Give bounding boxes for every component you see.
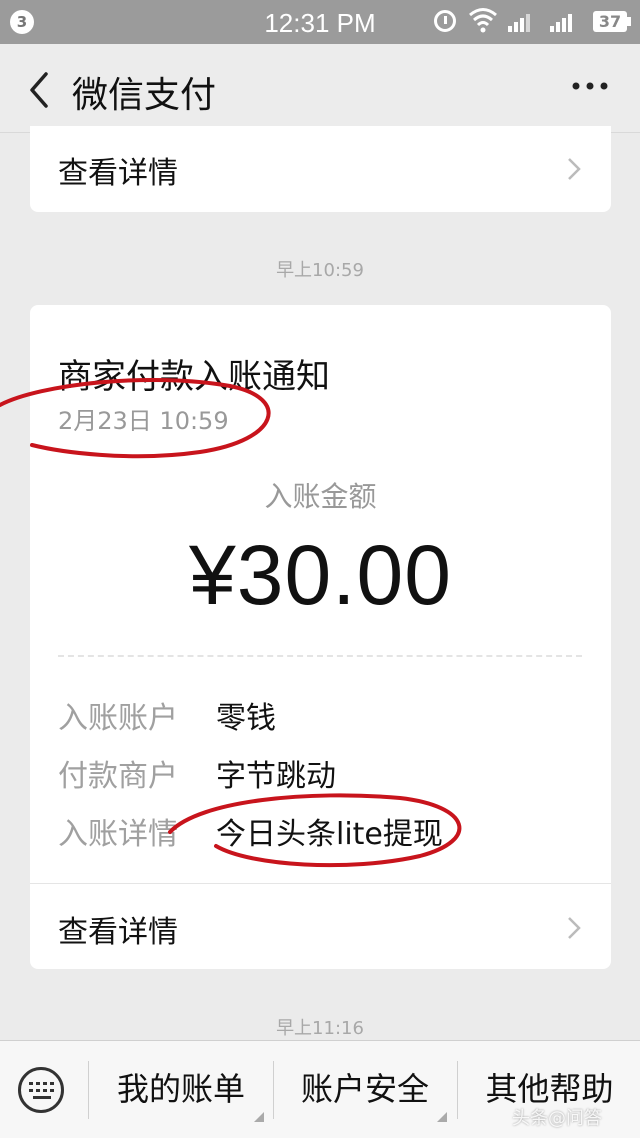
watermark: 头条@问答 [512,1108,602,1129]
details-value: 今日头条lite提现 [216,817,443,852]
more-dots-icon[interactable] [570,66,610,106]
menu-separator [88,1061,89,1119]
nav-bar: 微信支付 [0,44,640,133]
view-details-row[interactable]: 查看详情 [30,889,611,967]
status-bar: 3 12:31 PM 37 [0,0,640,44]
signal-icon [550,12,572,32]
account-key: 入账账户 [58,701,178,736]
wifi-icon [469,8,497,33]
view-details-row[interactable]: 查看详情 [30,130,611,208]
menu-label: 我的账单 [116,1070,245,1108]
account-value: 零钱 [216,701,276,736]
signal-icon [508,12,530,32]
view-details-label: 查看详情 [58,915,178,950]
amount-value: ¥30.00 [189,528,452,622]
payment-notification-card: 商家付款入账通知 2月23日 10:59 入账金额 ¥30.00 入账账户 零钱… [30,305,611,969]
merchant-value: 字节跳动 [216,759,336,794]
details-key: 入账详情 [58,817,178,852]
menu-label: 账户安全 [300,1070,429,1108]
previous-message-card: 查看详情 [30,126,611,212]
message-timestamp: 早上11:16 [276,1018,364,1039]
menu-separator [457,1061,458,1119]
divider [58,655,582,657]
amount-label: 入账金额 [264,480,377,513]
merchant-key: 付款商户 [58,759,178,794]
chevron-left-icon[interactable] [24,70,58,110]
notification-title: 商家付款入账通知 [58,357,330,397]
menu-separator [273,1061,274,1119]
status-time: 12:31 PM [264,8,376,38]
keyboard-icon[interactable] [18,1067,64,1113]
menu-label: 其他帮助 [485,1070,614,1108]
page-title: 微信支付 [72,75,217,116]
menu-account-security[interactable]: 账户安全 [275,1041,455,1138]
alarm-icon [434,10,456,32]
submenu-indicator-icon [254,1112,264,1122]
chevron-right-icon [568,158,581,180]
message-timestamp: 早上10:59 [276,260,364,281]
submenu-indicator-icon [437,1112,447,1122]
chevron-right-icon [568,917,581,939]
divider [30,883,611,884]
battery-icon: 37 [593,11,631,32]
notification-date: 2月23日 10:59 [58,407,229,435]
menu-my-bills[interactable]: 我的账单 [90,1041,272,1138]
view-details-label: 查看详情 [58,156,178,191]
